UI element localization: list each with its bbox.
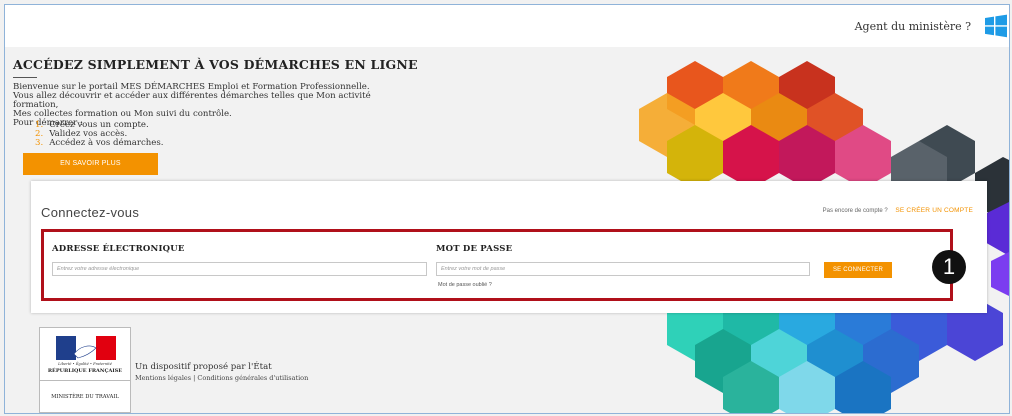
legal-links[interactable]: Mentions légales | Conditions générales … [135, 374, 308, 382]
title-divider [13, 77, 37, 78]
page-title: ACCÉDEZ SIMPLEMENT À VOS DÉMARCHES EN LI… [13, 57, 418, 72]
password-field[interactable]: Entrez votre mot de passe [436, 262, 810, 276]
logo-ministry: MINISTÈRE DU TRAVAIL [51, 394, 119, 400]
login-button[interactable]: SE CONNECTER [824, 262, 892, 278]
marianne-icon [56, 336, 116, 360]
logo-motto: Liberté • Égalité • Fraternité [58, 362, 112, 366]
no-account-text: Pas encore de compte ? [822, 208, 888, 214]
windows-logo-icon [985, 14, 1007, 38]
footer-tagline: Un dispositif proposé par l'État [135, 362, 272, 372]
page-frame: Agent du ministère ? ACCÉDEZ SIMPLEMENT … [4, 4, 1010, 414]
agent-link[interactable]: Agent du ministère ? [855, 20, 971, 33]
password-label: MOT DE PASSE [436, 244, 513, 254]
intro-line: Vous allez découvrir et accéder aux diff… [13, 90, 371, 110]
login-form-highlight: ADRESSE ÉLECTRONIQUE Entrez votre adress… [41, 229, 966, 301]
login-title: Connectez-vous [41, 205, 140, 220]
forgot-password-link[interactable]: Mot de passe oublié ? [438, 282, 492, 288]
logo-divider [40, 380, 130, 381]
email-label: ADRESSE ÉLECTRONIQUE [52, 244, 185, 254]
signup-prompt: Pas encore de compte ? SE CRÉER UN COMPT… [823, 207, 973, 214]
top-bar: Agent du ministère ? [5, 5, 1009, 47]
create-account-link[interactable]: SE CRÉER UN COMPTE [895, 207, 973, 214]
email-field[interactable]: Entrez votre adresse électronique [52, 262, 427, 276]
step-item: 3. Accédez à vos démarches. [35, 137, 164, 148]
logo-republic: RÉPUBLIQUE FRANÇAISE [47, 368, 123, 374]
learn-more-button[interactable]: EN SAVOIR PLUS [23, 153, 158, 175]
login-card: Connectez-vous Pas encore de compte ? SE… [31, 181, 987, 313]
marianne-logo: Liberté • Égalité • Fraternité RÉPUBLIQU… [39, 327, 131, 413]
steps-list: 1. Créez vous un compte. 2. Validez vos ac… [35, 121, 164, 148]
step-number-badge: 1 [932, 250, 966, 284]
